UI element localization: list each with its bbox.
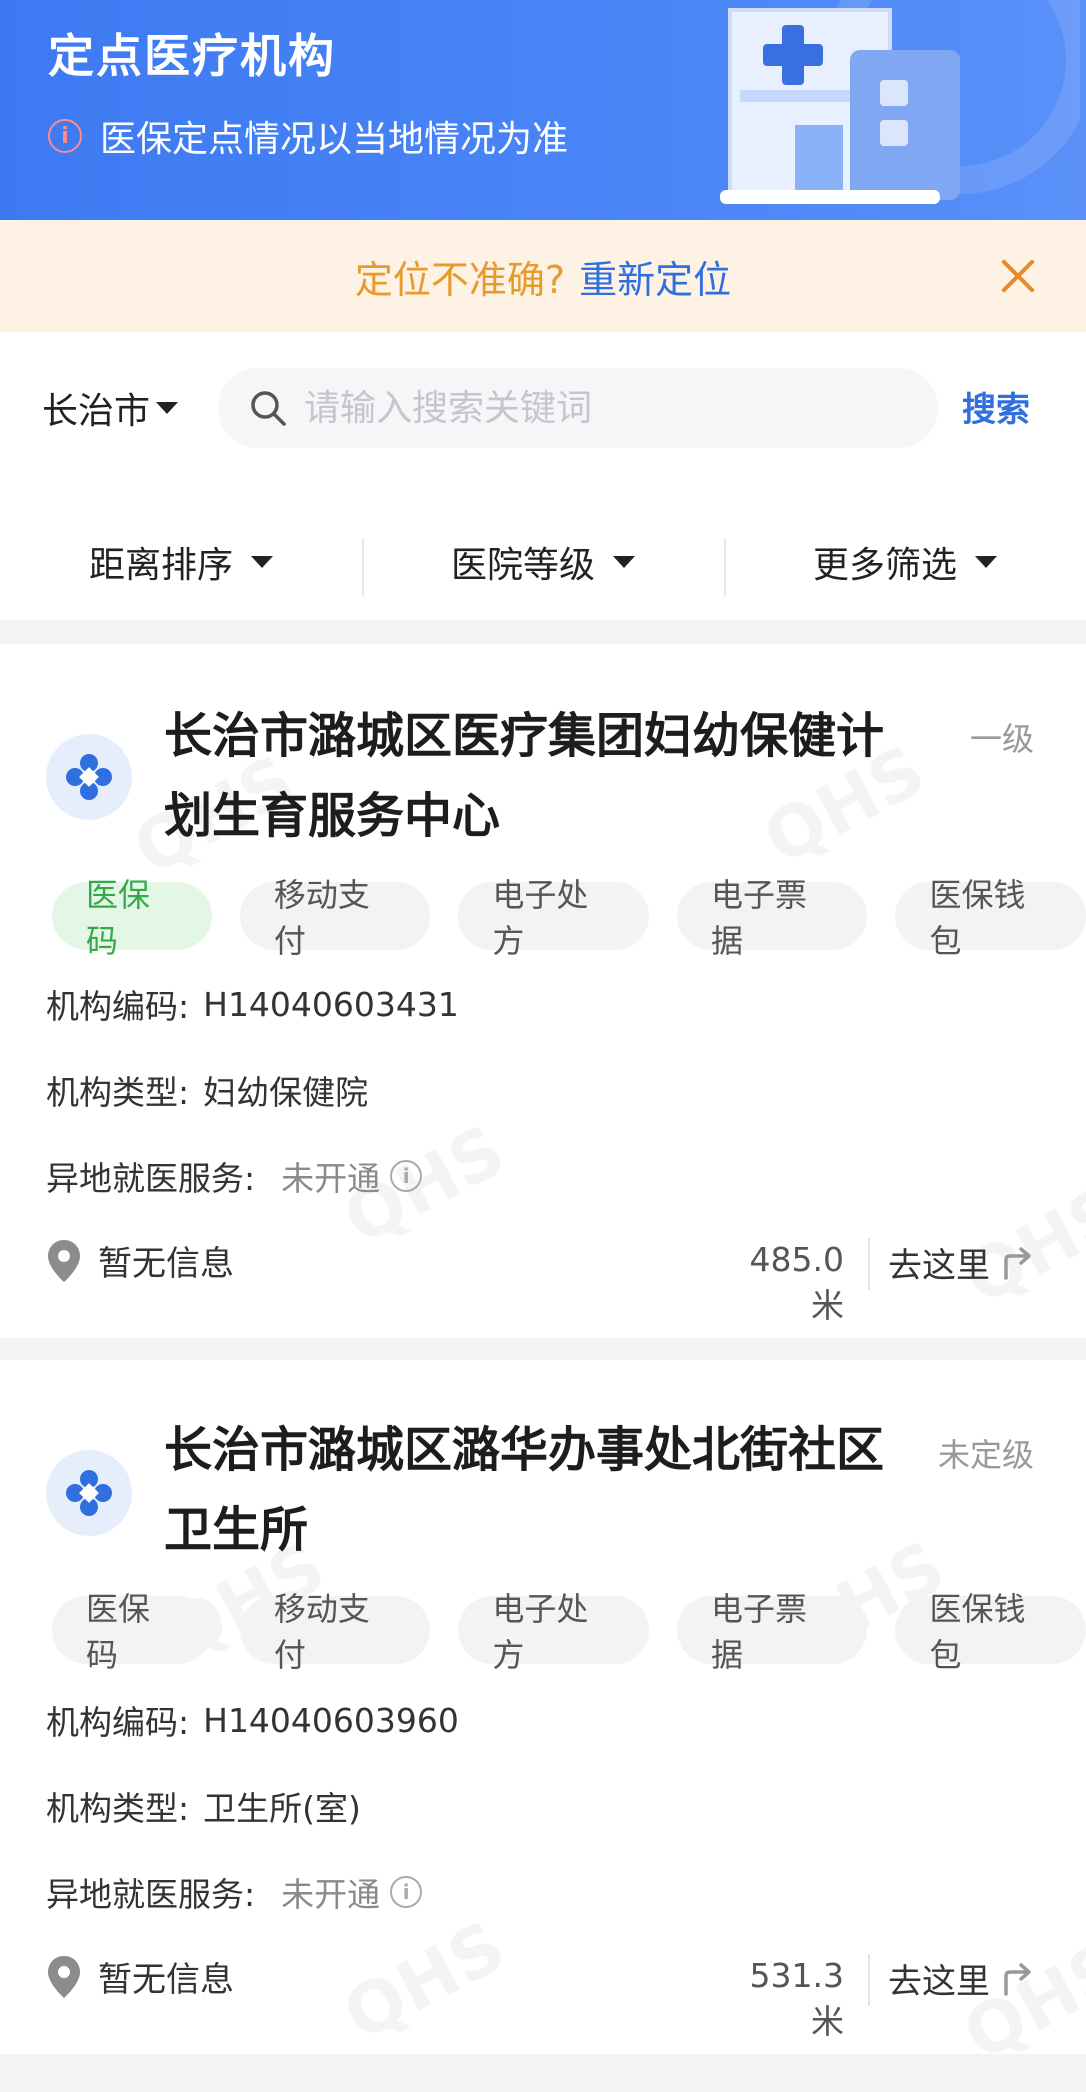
city-selector[interactable]: 长治市 (42, 382, 179, 434)
search-area: 长治市 搜索 距离排序 医院等级 更多筛选 (0, 332, 1086, 620)
remote-service-row: 异地就医服务: 未开通 i (46, 1152, 423, 1200)
address-value: 暂无信息 (98, 1244, 234, 1284)
navigate-arrow-icon (1004, 1962, 1031, 1996)
remote-value: 未开通 (281, 1875, 381, 1914)
institution-level: 未定级 (937, 1436, 1034, 1474)
code-value: H14040603960 (203, 1700, 459, 1740)
address-value: 暂无信息 (98, 1960, 234, 2000)
location-pin-icon (48, 1239, 80, 1282)
distance: 531.3米 (749, 1956, 844, 2041)
institution-code-row: 机构编码: H14040603960 (46, 1696, 459, 1744)
service-tags: 医保码 移动支付 电子处方 电子票据 医保钱包 (52, 1590, 1086, 1674)
watermark: QHS (331, 1905, 518, 2057)
distance: 485.0米 (749, 1240, 844, 1325)
divider (868, 1954, 870, 2006)
institution-type-row: 机构类型: 卫生所(室) (46, 1782, 361, 1830)
navigate-label: 去这里 (888, 1962, 990, 2002)
filter-distance-sort[interactable]: 距离排序 (0, 512, 362, 612)
caret-down-icon (613, 556, 635, 568)
type-label: 机构类型: (46, 1789, 190, 1828)
caret-down-icon (156, 402, 179, 414)
service-tags: 医保码 移动支付 电子处方 电子票据 医保钱包 (52, 876, 1086, 960)
divider (868, 1238, 870, 1290)
remote-value: 未开通 (281, 1159, 381, 1198)
institution-name[interactable]: 长治市潞城区潞华办事处北街社区卫生所 (164, 1410, 904, 1570)
remote-label: 异地就医服务: (46, 1159, 256, 1198)
filter-label: 距离排序 (88, 545, 233, 586)
page-title: 定点医疗机构 (48, 29, 336, 83)
tag-e-prescription: 电子处方 (458, 876, 649, 960)
type-value: 卫生所(室) (203, 1789, 361, 1828)
type-label: 机构类型: (46, 1073, 190, 1112)
filter-label: 更多筛选 (812, 545, 957, 586)
tag-insurance-code: 医保码 (52, 876, 212, 960)
institution-level: 一级 (969, 720, 1034, 758)
location-pin-icon (48, 1955, 80, 1998)
search-button[interactable]: 搜索 (962, 382, 1030, 431)
tag-mobile-payment: 移动支付 (239, 876, 431, 960)
institution-logo-icon (46, 1450, 132, 1536)
tag-e-prescription: 电子处方 (458, 1590, 649, 1674)
relocate-link[interactable]: 重新定位 (579, 249, 731, 304)
caret-down-icon (251, 556, 273, 568)
institution-name[interactable]: 长治市潞城区医疗集团妇幼保健计划生育服务中心 (164, 696, 904, 856)
institution-card[interactable]: QHS QHS QHS QHS 长治市潞城区潞华办事处北街社区卫生所 未定级 医… (0, 1360, 1086, 2077)
filter-more[interactable]: 更多筛选 (724, 512, 1086, 612)
location-inaccurate-text: 定位不准确? (354, 257, 566, 302)
info-icon[interactable]: i (390, 1160, 423, 1192)
navigate-arrow-icon (1004, 1246, 1031, 1280)
navigate-button[interactable]: 去这里 (888, 1238, 1034, 1287)
hospital-illustration-icon (720, 0, 1080, 204)
location-banner: 定位不准确? 重新定位 (0, 220, 1086, 332)
page-header: 定点医疗机构 i 医保定点情况以当地情况为准 (0, 0, 1086, 220)
institution-card[interactable]: QHS QHS QHS QHS 长治市潞城区医疗集团妇幼保健计划生育服务中心 一… (0, 644, 1086, 1338)
caret-down-icon (975, 556, 997, 568)
filter-label: 医院等级 (450, 545, 595, 586)
navigate-label: 去这里 (888, 1246, 990, 1286)
code-value: H14040603431 (203, 984, 459, 1024)
tag-insurance-code: 医保码 (52, 1590, 212, 1674)
search-icon (251, 391, 286, 426)
close-icon[interactable] (998, 256, 1038, 296)
remote-service-row: 异地就医服务: 未开通 i (46, 1868, 423, 1916)
header-notice: i 医保定点情况以当地情况为准 (48, 110, 568, 162)
institution-code-row: 机构编码: H14040603431 (46, 980, 459, 1028)
institution-logo-icon (46, 734, 132, 820)
address-row: 暂无信息 (46, 1952, 234, 2001)
header-notice-text: 医保定点情况以当地情况为准 (100, 119, 569, 160)
tag-e-receipt: 电子票据 (676, 876, 868, 960)
tag-e-receipt: 电子票据 (676, 1590, 868, 1674)
type-value: 妇幼保健院 (203, 1073, 369, 1112)
code-label: 机构编码: (46, 987, 190, 1026)
search-input[interactable] (304, 387, 924, 429)
filter-hospital-level[interactable]: 医院等级 (362, 512, 724, 612)
tag-mobile-payment: 移动支付 (239, 1590, 431, 1674)
remote-label: 异地就医服务: (46, 1875, 256, 1914)
info-icon: i (48, 119, 82, 153)
institution-type-row: 机构类型: 妇幼保健院 (46, 1066, 368, 1114)
address-row: 暂无信息 (46, 1236, 234, 1285)
info-icon[interactable]: i (390, 1876, 423, 1908)
city-label: 长治市 (42, 391, 151, 432)
search-box[interactable] (218, 368, 938, 448)
navigate-button[interactable]: 去这里 (888, 1954, 1034, 2003)
tag-insurance-wallet: 医保钱包 (895, 1590, 1086, 1674)
filter-bar: 距离排序 医院等级 更多筛选 (0, 512, 1086, 612)
code-label: 机构编码: (46, 1703, 190, 1742)
tag-insurance-wallet: 医保钱包 (895, 876, 1086, 960)
